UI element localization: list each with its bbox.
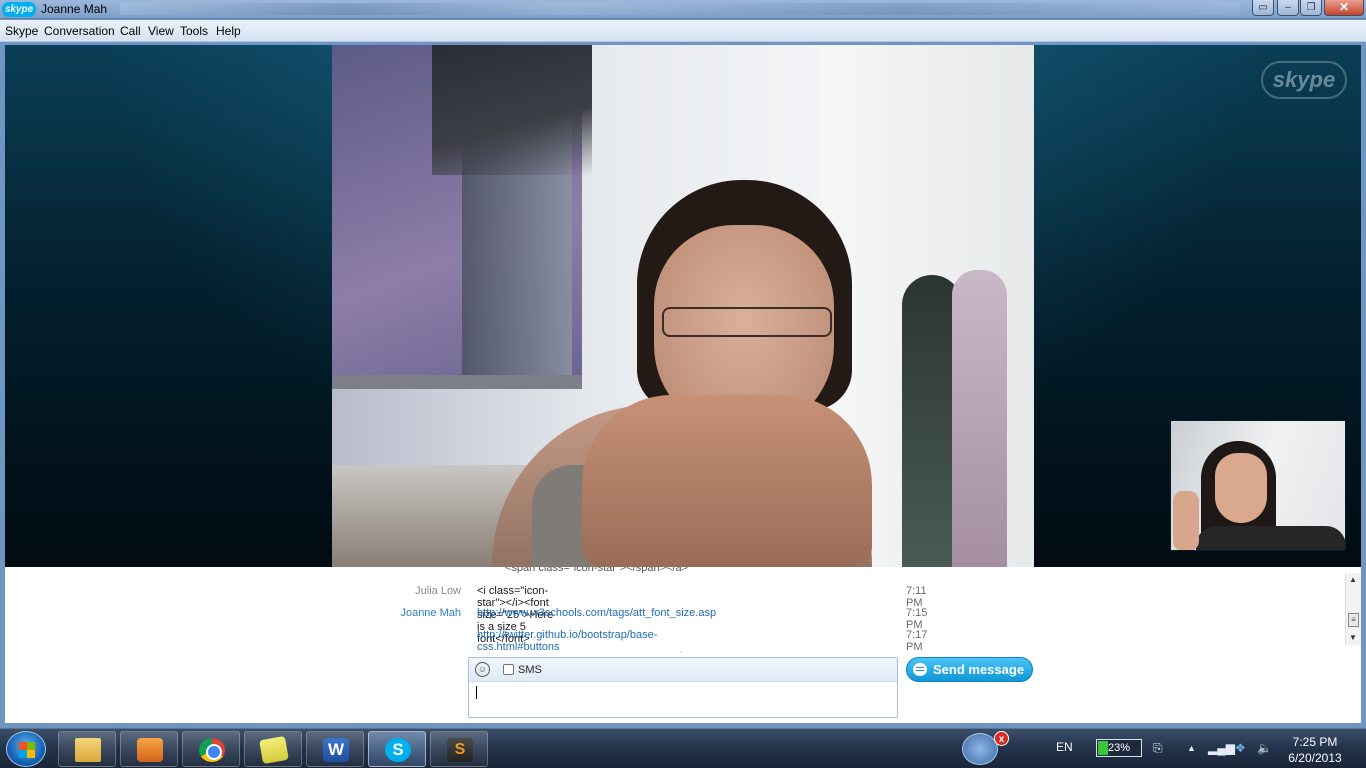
taskbar-windows-explorer[interactable] (58, 731, 116, 767)
send-message-button[interactable]: Send message (906, 657, 1033, 682)
taskbar-word[interactable]: W (306, 731, 364, 767)
wifi-signal-icon[interactable]: ▂▄▆ (1208, 741, 1235, 755)
skype-icon: S (385, 738, 411, 762)
start-button[interactable] (6, 731, 46, 767)
title-bar: skype Joanne Mah ▭ – ❐ ✕ (0, 0, 1366, 19)
self-video-preview[interactable] (1170, 420, 1346, 551)
sticky-notes-icon (259, 735, 289, 765)
message-compose-box[interactable]: ☺ SMS (468, 657, 898, 718)
clock-time[interactable]: 7:25 PM (1270, 735, 1360, 749)
scroll-down-icon[interactable]: ▼ (1349, 633, 1357, 642)
battery-percent: 23% (1107, 742, 1131, 754)
send-message-label: Send message (933, 662, 1025, 677)
restore-down-icon[interactable]: ▭ (1252, 0, 1274, 16)
chat-link[interactable]: http://www.w3schools.com/tags/att_font_s… (477, 607, 716, 619)
language-indicator[interactable]: EN (1056, 740, 1073, 754)
message-input-caret[interactable] (476, 686, 477, 699)
word-icon: W (323, 738, 349, 762)
remote-video-feed (332, 45, 1034, 567)
chat-timestamp: 7:17 PM (906, 629, 928, 653)
error-badge-icon: x (994, 731, 1009, 746)
scroll-up-icon[interactable]: ▲ (1349, 575, 1357, 584)
minimize-icon[interactable]: – (1277, 0, 1299, 16)
network-tray-icon[interactable] (962, 733, 998, 765)
skype-logo-icon: skype (2, 2, 36, 17)
close-icon[interactable]: ✕ (1324, 0, 1364, 16)
skype-watermark-logo: skype (1261, 61, 1347, 99)
menu-skype[interactable]: Skype (5, 24, 38, 38)
chat-sender[interactable]: Joanne Mah (321, 607, 461, 619)
window-title: Joanne Mah (41, 2, 108, 16)
taskbar-chrome[interactable] (182, 731, 240, 767)
compose-toolbar: ☺ SMS (469, 658, 897, 682)
chat-timestamp: 7:11 PM (906, 585, 927, 609)
menu-view[interactable]: View (148, 24, 174, 38)
sublime-text-icon: S (447, 738, 473, 762)
menu-bar: Skype Conversation Call View Tools Help (0, 20, 1366, 42)
sms-checkbox[interactable] (503, 664, 514, 675)
video-call-area: skype (5, 45, 1361, 567)
chat-sender: Julia Low (415, 585, 461, 597)
emoticon-icon[interactable]: ☺ (475, 662, 490, 677)
chat-scrollbar[interactable]: ▲ ≡ ▼ (1345, 573, 1361, 645)
battery-indicator[interactable]: 23% (1096, 739, 1142, 757)
power-plug-icon[interactable]: ⎘ (1153, 741, 1163, 756)
resize-handle[interactable]: ◦ (680, 649, 682, 656)
windows-logo-icon (19, 742, 35, 758)
taskbar-sublime-text[interactable]: S (430, 731, 488, 767)
folder-icon (75, 738, 101, 762)
chat-timestamp: 7:15 PM (906, 607, 928, 631)
taskbar-media-player[interactable] (120, 731, 178, 767)
taskbar: W S S x EN 23% ⎘ ▲ ▂▄▆ ❖ 🔈 7:25 PM 6/20/… (0, 728, 1366, 768)
sms-label[interactable]: SMS (518, 664, 542, 676)
menu-conversation[interactable]: Conversation (44, 24, 115, 38)
maximize-icon[interactable]: ❐ (1300, 0, 1322, 16)
menu-call[interactable]: Call (120, 24, 141, 38)
chrome-icon (199, 738, 225, 762)
chat-partial-line: <span class="icon-star"></span></a> (505, 567, 689, 573)
title-bar-blurred-area (120, 3, 1240, 15)
taskbar-sticky-notes[interactable] (244, 731, 302, 767)
chat-bubble-icon (913, 663, 927, 676)
menu-help[interactable]: Help (216, 24, 241, 38)
show-hidden-icons-icon[interactable]: ▲ (1187, 743, 1196, 753)
taskbar-skype[interactable]: S (368, 731, 426, 767)
clock-date[interactable]: 6/20/2013 (1270, 751, 1360, 765)
dropbox-icon[interactable]: ❖ (1235, 741, 1246, 755)
menu-tools[interactable]: Tools (180, 24, 208, 38)
chat-link[interactable]: http://twitter.github.io/bootstrap/base-… (477, 629, 657, 653)
scroll-thumb[interactable]: ≡ (1348, 613, 1359, 627)
media-player-icon (137, 738, 163, 762)
